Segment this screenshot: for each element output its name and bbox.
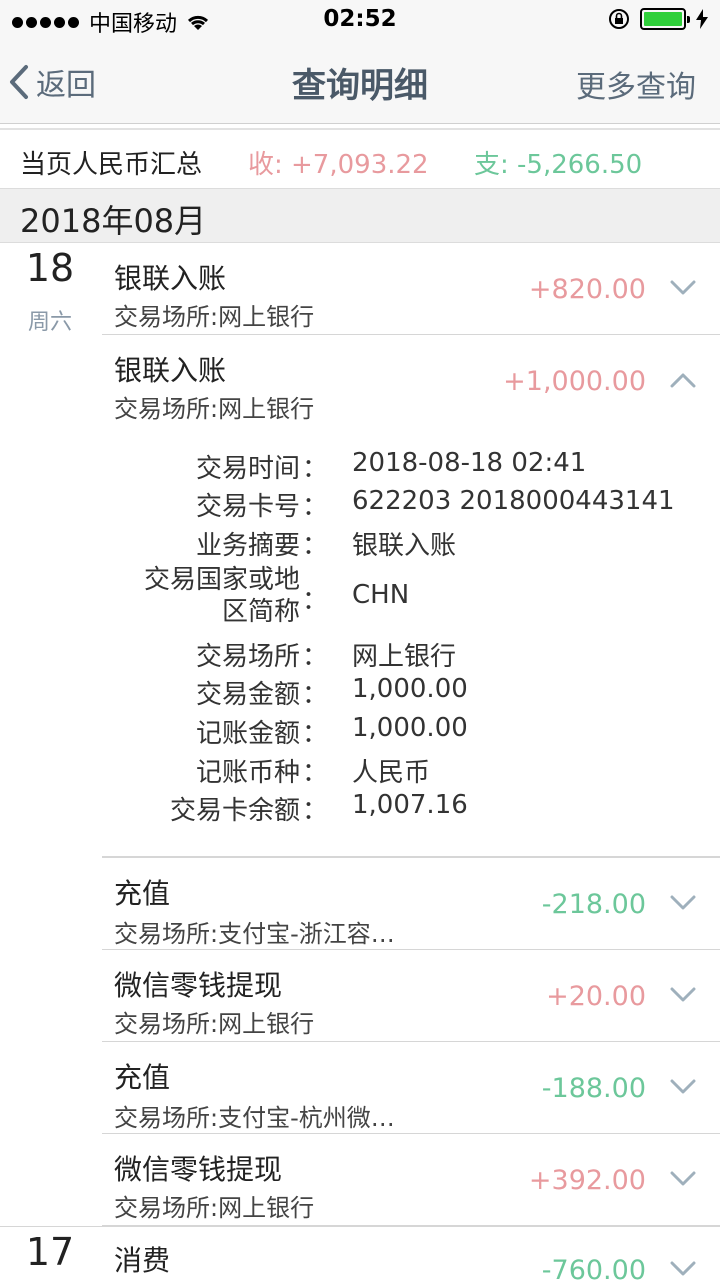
- transaction-title: 银联入账: [114, 354, 227, 387]
- more-query-button[interactable]: 更多查询: [576, 62, 696, 106]
- transaction-row[interactable]: 微信零钱提现 交易场所:网上银行 +20.00: [102, 950, 720, 1042]
- detail-colon: ：: [302, 586, 329, 616]
- detail-value: CHN: [352, 580, 410, 610]
- detail-label: 交易金额: [195, 680, 300, 710]
- transaction-amount: -188.00: [541, 1073, 646, 1104]
- day-date: 17: [25, 1230, 75, 1274]
- chevron-down-icon[interactable]: [670, 1171, 696, 1187]
- chevron-left-icon: [10, 65, 28, 99]
- detail-value: 1,007.16: [352, 790, 468, 820]
- status-right: [608, 8, 708, 30]
- chevron-down-icon[interactable]: [670, 895, 696, 911]
- charging-bolt-icon: [696, 9, 708, 29]
- detail-label-line1: 交易国家或地: [143, 565, 300, 595]
- transaction-row[interactable]: 充值 交易场所:支付宝-杭州微… -188.00: [102, 1042, 720, 1134]
- detail-label: 交易场所: [195, 642, 300, 672]
- detail-value: 网上银行: [352, 642, 457, 672]
- transaction-row[interactable]: 充值 交易场所:支付宝-浙江容… -218.00: [102, 857, 720, 950]
- month-header: 2018年08月: [0, 188, 720, 243]
- chevron-down-icon[interactable]: [670, 280, 696, 296]
- transaction-place: 交易场所:支付宝-浙江容…: [114, 920, 395, 948]
- transaction-amount: +392.00: [528, 1165, 646, 1196]
- detail-label: 交易卡号: [195, 492, 300, 522]
- nav-bar: 返回 查询明细 更多查询: [0, 40, 720, 124]
- transaction-title: 消费: [114, 1244, 171, 1277]
- transaction-details: 交易时间 ： 2018-08-18 02:41 交易卡号 ： 622203 20…: [102, 440, 720, 856]
- detail-colon: ：: [302, 454, 329, 484]
- transaction-row[interactable]: 银联入账 交易场所:网上银行 +820.00: [102, 243, 720, 335]
- detail-value: 2018-08-18 02:41: [352, 448, 587, 478]
- summary-label: 当页人民币汇总: [20, 150, 203, 180]
- battery-icon: [640, 8, 690, 30]
- transaction-title: 充值: [114, 877, 171, 910]
- transaction-place: 交易场所:网上银行: [114, 395, 315, 423]
- transaction-row[interactable]: 消费 -760.00: [102, 1227, 720, 1280]
- detail-colon: ：: [302, 758, 329, 788]
- summary-income: 收: +7,093.22: [248, 150, 429, 180]
- page-summary: 当页人民币汇总 收: +7,093.22 支: -5,266.50: [0, 130, 720, 188]
- detail-value: 1,000.00: [352, 674, 468, 704]
- orientation-lock-icon: [609, 9, 629, 29]
- detail-label: 业务摘要: [195, 531, 300, 561]
- transaction-row[interactable]: 微信零钱提现 交易场所:网上银行 +392.00: [102, 1134, 720, 1226]
- transaction-title: 微信零钱提现: [114, 969, 283, 1002]
- detail-value: 1,000.00: [352, 713, 468, 743]
- day-weekday: 周六: [27, 310, 72, 335]
- chevron-up-icon[interactable]: [670, 372, 696, 388]
- transaction-amount: +1,000.00: [503, 366, 646, 397]
- transaction-place: 交易场所:支付宝-杭州微…: [114, 1104, 395, 1132]
- detail-colon: ：: [302, 492, 329, 522]
- transaction-amount: -760.00: [541, 1255, 646, 1280]
- chevron-down-icon[interactable]: [670, 1261, 696, 1277]
- detail-colon: ：: [302, 796, 329, 826]
- month-label: 2018年08月: [20, 202, 207, 240]
- transaction-amount: -218.00: [541, 889, 646, 920]
- detail-label: 记账金额: [195, 719, 300, 749]
- battery-level: [644, 12, 682, 26]
- status-bar: 中国移动 02:52: [0, 0, 720, 40]
- detail-colon: ：: [302, 642, 329, 672]
- summary-expense: 支: -5,266.50: [474, 150, 643, 180]
- detail-label-line2: 区简称: [221, 597, 300, 627]
- detail-label: 记账币种: [195, 758, 300, 788]
- detail-colon: ：: [302, 680, 329, 710]
- transaction-title: 微信零钱提现: [114, 1153, 283, 1186]
- detail-value: 银联入账: [352, 531, 457, 561]
- back-button[interactable]: 返回: [8, 60, 96, 104]
- detail-colon: ：: [302, 719, 329, 749]
- detail-label: 交易时间: [195, 454, 300, 484]
- transaction-title: 充值: [114, 1061, 171, 1094]
- chevron-down-icon[interactable]: [670, 987, 696, 1003]
- back-label: 返回: [36, 68, 96, 103]
- detail-label: 交易国家或地 区简称: [144, 564, 300, 628]
- chevron-down-icon[interactable]: [670, 1079, 696, 1095]
- detail-value: 622203 2018000443141: [352, 486, 675, 516]
- transaction-place: 交易场所:网上银行: [114, 1010, 315, 1038]
- transaction-place: 交易场所:网上银行: [114, 303, 315, 331]
- transaction-amount: +820.00: [528, 274, 646, 305]
- day-date: 18: [25, 246, 75, 290]
- detail-value: 人民币: [352, 758, 431, 788]
- transaction-amount: +20.00: [546, 981, 646, 1012]
- detail-label: 交易卡余额: [169, 796, 300, 826]
- transaction-title: 银联入账: [114, 262, 227, 295]
- transaction-place: 交易场所:网上银行: [114, 1194, 315, 1222]
- detail-colon: ：: [302, 531, 329, 561]
